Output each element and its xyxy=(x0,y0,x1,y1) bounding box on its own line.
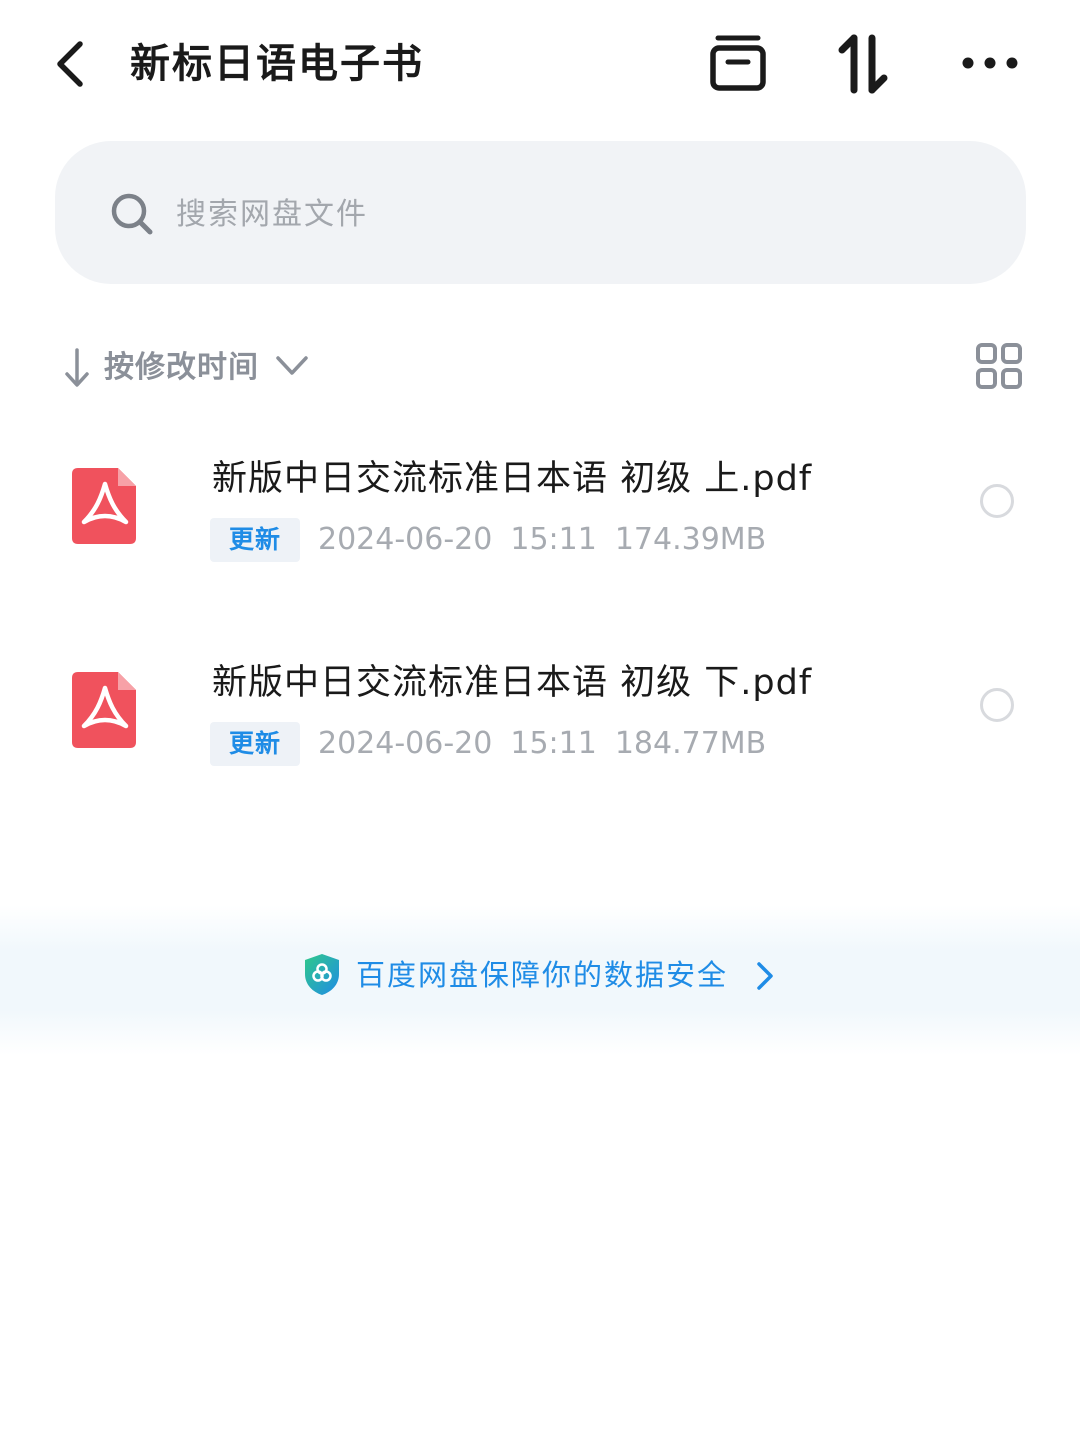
select-checkbox[interactable] xyxy=(980,688,1014,722)
back-icon xyxy=(57,41,83,87)
arrow-down-icon xyxy=(65,348,89,387)
more-icon xyxy=(962,57,1018,69)
file-meta: 2024-06-20 15:11 174.39MB xyxy=(318,520,784,560)
chevron-down-icon xyxy=(276,356,308,375)
update-badge: 更新 xyxy=(210,518,300,562)
file-size: 184.77MB xyxy=(614,726,767,761)
update-badge: 更新 xyxy=(210,722,300,766)
file-time: 15:11 xyxy=(510,726,597,761)
shield-icon xyxy=(305,954,339,995)
select-checkbox[interactable] xyxy=(980,484,1014,518)
file-time: 15:11 xyxy=(510,522,597,557)
chevron-right-icon xyxy=(757,962,773,990)
page-title: 新标日语电子书 xyxy=(130,41,424,87)
top-bar: 新标日语电子书 xyxy=(0,0,1080,130)
search-input[interactable] xyxy=(176,188,876,240)
file-date: 2024-06-20 xyxy=(318,726,493,761)
archive-icon xyxy=(710,35,766,91)
file-date: 2024-06-20 xyxy=(318,522,493,557)
data-security-link[interactable]: 百度网盘保障你的数据安全 xyxy=(302,950,782,1000)
grid-view-button[interactable] xyxy=(974,342,1024,390)
sort-label: 按修改时间 xyxy=(104,350,259,385)
file-row[interactable]: 新版中日交流标准日本语 初级 下.pdf 更新 2024-06-20 15:11 1… xyxy=(0,636,1080,796)
sort-toggle[interactable]: 按修改时间 xyxy=(58,340,328,396)
pdf-file-icon xyxy=(72,672,136,748)
more-button[interactable] xyxy=(958,32,1022,96)
file-name: 新版中日交流标准日本语 初级 下.pdf xyxy=(212,663,813,703)
transfer-icon xyxy=(838,34,888,94)
search-icon xyxy=(111,193,153,235)
promo-text: 百度网盘保障你的数据安全 xyxy=(356,958,729,992)
file-size: 174.39MB xyxy=(614,522,767,557)
transfer-button[interactable] xyxy=(832,32,896,96)
archive-button[interactable] xyxy=(706,32,770,96)
file-row[interactable]: 新版中日交流标准日本语 初级 上.pdf 更新 2024-06-20 15:11 1… xyxy=(0,432,1080,592)
back-button[interactable] xyxy=(52,38,92,90)
file-meta: 2024-06-20 15:11 184.77MB xyxy=(318,724,784,764)
pdf-file-icon xyxy=(72,468,136,544)
file-name: 新版中日交流标准日本语 初级 上.pdf xyxy=(212,459,813,499)
grid-view-icon xyxy=(976,343,1022,389)
